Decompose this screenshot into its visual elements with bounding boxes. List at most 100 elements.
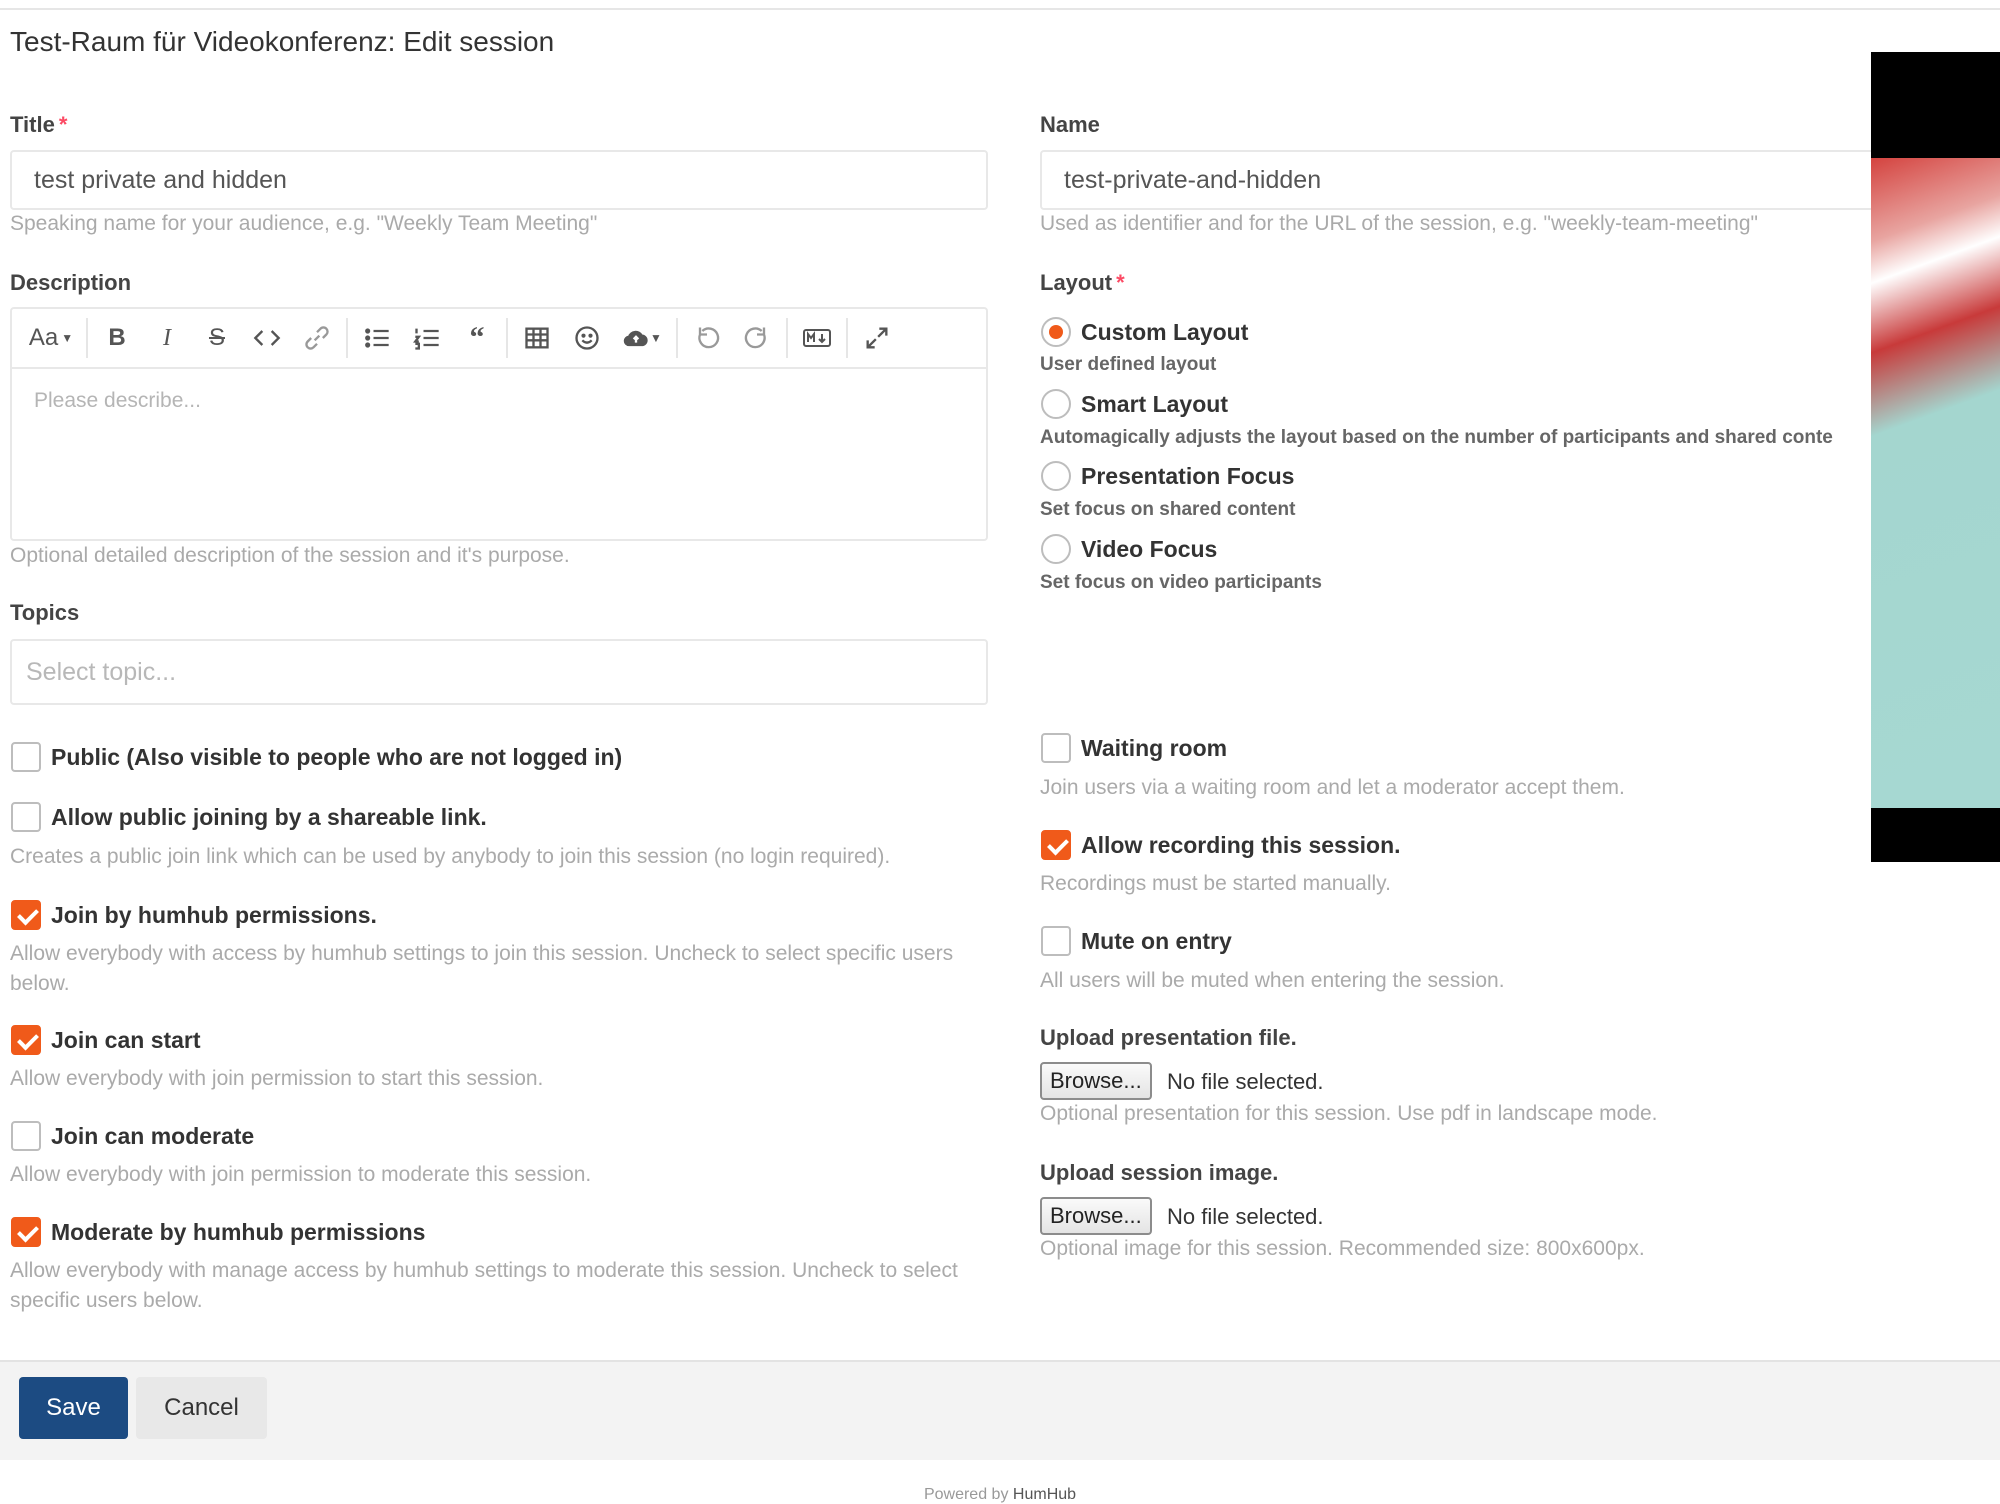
- layout-radio-custom[interactable]: [1041, 317, 1071, 347]
- upload-image-label: Upload session image.: [1040, 1160, 1279, 1185]
- join-start-checkbox[interactable]: [11, 1025, 41, 1055]
- page-title: Test-Raum für Videokonferenz: Edit sessi…: [10, 26, 555, 57]
- public-join-help: Creates a public join link which can be …: [10, 845, 891, 868]
- fullscreen-button[interactable]: [852, 318, 902, 358]
- layout-option-sub: Set focus on video participants: [1040, 572, 1322, 593]
- layout-radio-video[interactable]: [1041, 534, 1071, 564]
- layout-option-label: Custom Layout: [1081, 319, 1249, 345]
- italic-icon: I: [163, 324, 171, 351]
- allow-recording-checkbox[interactable]: [1041, 830, 1071, 860]
- image-file-status: No file selected.: [1167, 1204, 1324, 1229]
- table-icon: [525, 327, 549, 349]
- title-label: Title *: [10, 112, 68, 137]
- name-label: Name: [1040, 112, 1100, 137]
- moderate-humhub-help: Allow everybody with manage access by hu…: [10, 1259, 958, 1312]
- layout-option-label: Smart Layout: [1081, 391, 1228, 417]
- layout-option-sub: Automagically adjusts the layout based o…: [1040, 427, 1833, 448]
- waiting-room-help: Join users via a waiting room and let a …: [1040, 776, 1625, 799]
- public-label: Public (Also visible to people who are n…: [51, 744, 623, 770]
- upload-presentation-label: Upload presentation file.: [1040, 1025, 1297, 1050]
- description-help: Optional detailed description of the ses…: [10, 544, 570, 567]
- form-footer: [0, 1360, 2000, 1460]
- upload-button[interactable]: ▼: [612, 318, 672, 358]
- code-button[interactable]: [242, 318, 292, 358]
- video-preview: [1871, 52, 2000, 862]
- redo-icon: [744, 327, 766, 349]
- description-editor: Aa ▼ B I S “ ▼ Please describe...: [10, 307, 988, 541]
- title-help: Speaking name for your audience, e.g. "W…: [10, 212, 598, 235]
- moderate-humhub-checkbox[interactable]: [11, 1217, 41, 1247]
- upload-presentation-help: Optional presentation for this session. …: [1040, 1102, 1658, 1125]
- powered-by: Powered by HumHub: [923, 1486, 1077, 1503]
- fullscreen-icon: [866, 327, 888, 349]
- video-frame: [1871, 158, 2000, 808]
- moderate-humhub-label: Moderate by humhub permissions: [51, 1219, 426, 1245]
- link-icon: [305, 326, 329, 350]
- chevron-down-icon: ▼: [650, 331, 662, 345]
- topics-input[interactable]: [10, 639, 988, 705]
- description-label: Description: [10, 270, 132, 295]
- allow-recording-help: Recordings must be started manually.: [1040, 872, 1391, 895]
- join-humhub-checkbox[interactable]: [11, 900, 41, 930]
- blockquote-icon: “: [469, 321, 485, 354]
- browse-image-button[interactable]: Browse...: [1040, 1197, 1152, 1235]
- topics-label: Topics: [10, 600, 80, 625]
- humhub-link[interactable]: HumHub: [1013, 1486, 1076, 1503]
- join-moderate-checkbox[interactable]: [11, 1121, 41, 1151]
- public-join-checkbox[interactable]: [11, 802, 41, 832]
- join-humhub-label: Join by humhub permissions.: [51, 902, 377, 928]
- toolbar-separator: [676, 318, 678, 358]
- blockquote-button[interactable]: “: [452, 318, 502, 358]
- ordered-list-button[interactable]: [402, 318, 452, 358]
- table-button[interactable]: [512, 318, 562, 358]
- name-help: Used as identifier and for the URL of th…: [1040, 212, 1758, 235]
- chevron-down-icon: ▼: [61, 331, 74, 345]
- layout-option-label: Video Focus: [1081, 536, 1218, 562]
- format-size-button[interactable]: Aa ▼: [20, 318, 82, 358]
- join-moderate-label: Join can moderate: [51, 1123, 255, 1149]
- layout-option-sub: User defined layout: [1040, 354, 1217, 375]
- format-size-icon: Aa: [28, 324, 59, 351]
- bold-icon: B: [108, 324, 126, 351]
- link-button[interactable]: [292, 318, 342, 358]
- upload-cloud-icon: [623, 330, 648, 347]
- allow-recording-label: Allow recording this session.: [1081, 832, 1401, 858]
- waiting-room-label: Waiting room: [1081, 735, 1228, 761]
- title-input[interactable]: [10, 150, 988, 210]
- emoji-button[interactable]: [562, 318, 612, 358]
- browse-presentation-button[interactable]: Browse...: [1040, 1062, 1152, 1100]
- layout-label: Layout *: [1040, 270, 1125, 295]
- mute-entry-label: Mute on entry: [1081, 928, 1232, 954]
- strikethrough-button[interactable]: S: [192, 318, 242, 358]
- bullet-list-icon: [365, 328, 389, 348]
- editor-toolbar: Aa ▼ B I S “ ▼: [12, 309, 986, 369]
- bullet-list-button[interactable]: [352, 318, 402, 358]
- markdown-button[interactable]: [792, 318, 842, 358]
- mute-entry-help: All users will be muted when entering th…: [1040, 969, 1505, 992]
- toolbar-separator: [786, 318, 788, 358]
- italic-button[interactable]: I: [142, 318, 192, 358]
- layout-option-sub: Set focus on shared content: [1040, 499, 1296, 520]
- name-input[interactable]: [1040, 150, 1980, 210]
- toolbar-separator: [346, 318, 348, 358]
- strikethrough-icon: S: [208, 324, 225, 351]
- public-join-label: Allow public joining by a shareable link…: [51, 804, 487, 830]
- layout-radio-smart[interactable]: [1041, 389, 1071, 419]
- undo-button[interactable]: [682, 318, 732, 358]
- mute-entry-checkbox[interactable]: [1041, 926, 1071, 956]
- undo-icon: [698, 327, 720, 349]
- emoji-icon: [575, 326, 599, 350]
- public-checkbox[interactable]: [11, 742, 41, 772]
- layout-radio-presentation[interactable]: [1041, 461, 1071, 491]
- join-humhub-help: Allow everybody with access by humhub se…: [10, 942, 954, 995]
- redo-button[interactable]: [732, 318, 782, 358]
- save-button[interactable]: Save: [19, 1377, 128, 1439]
- upload-image-help: Optional image for this session. Recomme…: [1040, 1237, 1645, 1260]
- presentation-file-status: No file selected.: [1167, 1069, 1324, 1094]
- bold-button[interactable]: B: [92, 318, 142, 358]
- description-textarea[interactable]: Please describe...: [12, 369, 986, 433]
- code-icon: [253, 330, 281, 346]
- join-start-label: Join can start: [51, 1027, 201, 1053]
- waiting-room-checkbox[interactable]: [1041, 733, 1071, 763]
- cancel-button[interactable]: Cancel: [136, 1377, 267, 1439]
